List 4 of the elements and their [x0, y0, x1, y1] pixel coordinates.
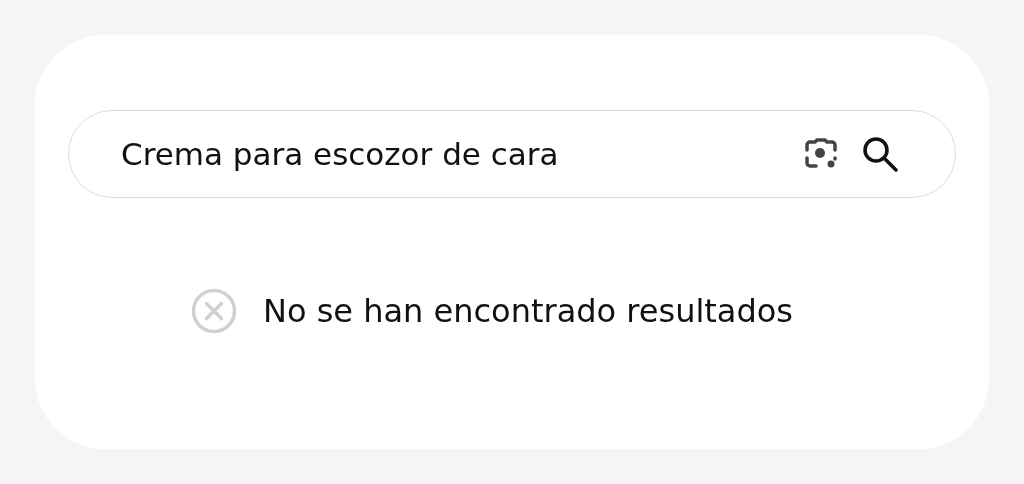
- no-results-message: No se han encontrado resultados: [262, 292, 794, 330]
- search-icon[interactable]: [861, 135, 899, 173]
- close-circle-icon: [190, 288, 237, 334]
- search-field[interactable]: Crema para escozor de cara: [121, 136, 781, 172]
